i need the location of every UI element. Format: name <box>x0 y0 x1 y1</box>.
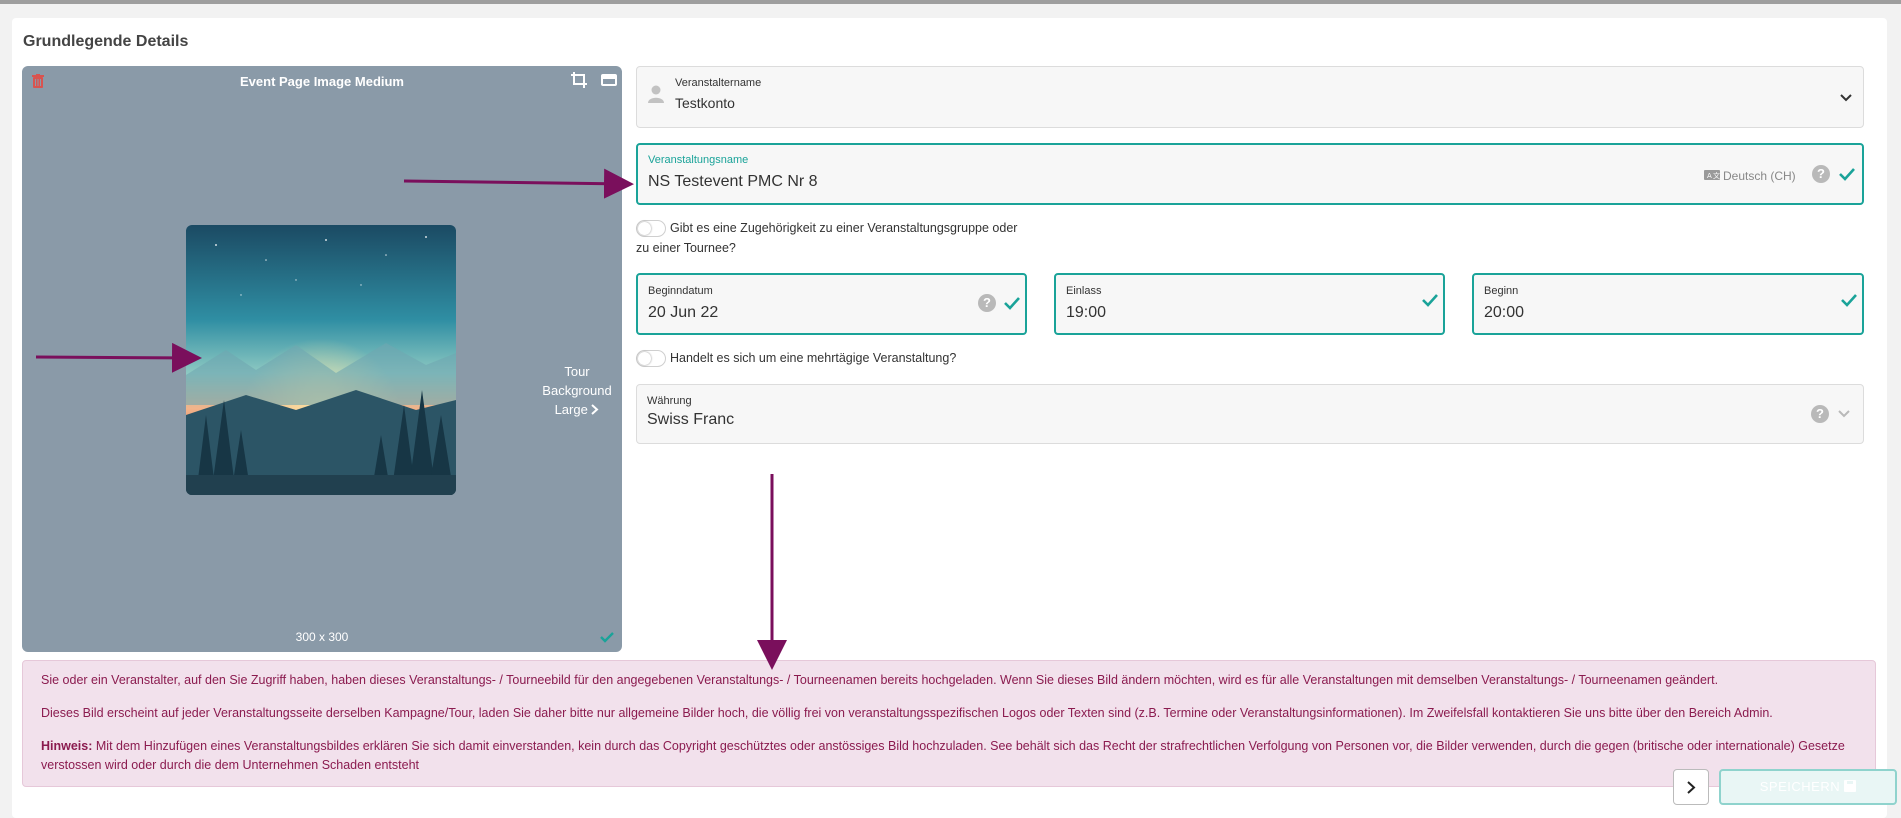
image-size-label: 300 x 300 <box>295 630 349 644</box>
next-label-line-3: Large <box>554 402 588 417</box>
currency-select[interactable]: Währung Swiss Franc ? <box>636 384 1864 444</box>
chevron-down-icon[interactable] <box>1837 407 1851 421</box>
image-card-icon[interactable] <box>600 71 618 89</box>
section-title: Grundlegende Details <box>23 33 189 50</box>
group-question-line-2: zu einer Tournee? <box>636 241 736 255</box>
start-date-field[interactable]: Beginndatum 20 Jun 22 ? <box>636 273 1027 335</box>
notice-paragraph-1: Sie oder ein Veranstalter, auf den Sie Z… <box>41 673 1719 687</box>
event-name-value: NS Testevent PMC Nr 8 <box>648 173 818 190</box>
currency-label: Währung <box>647 395 692 407</box>
start-date-label: Beginndatum <box>648 285 713 297</box>
next-button[interactable] <box>1673 769 1709 805</box>
currency-value: Swiss Franc <box>647 411 735 428</box>
check-icon <box>1422 294 1438 307</box>
admission-label: Einlass <box>1066 285 1102 297</box>
image-panel: Event Page Image Medium Tour Background … <box>22 66 622 652</box>
check-icon <box>1841 294 1857 307</box>
language-label[interactable]: Deutsch (CH) <box>1723 169 1796 183</box>
begin-field[interactable]: Beginn 20:00 <box>1472 273 1864 335</box>
group-question: Gibt es eine Zugehörigkeit zu einer Vera… <box>636 218 1056 258</box>
organizer-select[interactable]: Veranstaltername Testkonto <box>636 66 1864 128</box>
begin-label: Beginn <box>1484 285 1519 297</box>
check-icon <box>1839 168 1855 181</box>
save-button[interactable]: SPEICHERN <box>1719 769 1897 805</box>
language-icon: A文 <box>1704 170 1720 180</box>
begin-value: 20:00 <box>1484 304 1525 321</box>
multi-day-toggle[interactable] <box>636 350 666 367</box>
chevron-right-icon <box>591 404 599 415</box>
next-image-link[interactable]: Tour Background Large <box>532 362 622 419</box>
image-panel-title: Event Page Image Medium <box>240 74 404 89</box>
crop-icon[interactable] <box>570 71 588 89</box>
event-image-preview[interactable] <box>186 225 456 495</box>
top-bar <box>0 0 1901 4</box>
check-icon <box>600 632 614 643</box>
save-icon <box>1844 780 1857 792</box>
svg-text:文: 文 <box>1713 171 1720 180</box>
organizer-label: Veranstaltername <box>675 77 762 89</box>
next-label-line-2: Background <box>542 383 612 398</box>
admission-field[interactable]: Einlass 19:00 <box>1054 273 1445 335</box>
help-icon[interactable]: ? <box>1812 165 1830 183</box>
start-date-value: 20 Jun 22 <box>648 304 719 321</box>
svg-text:A: A <box>1707 172 1712 180</box>
event-name-label: Veranstaltungsname <box>648 154 749 166</box>
event-name-field[interactable]: Veranstaltungsname NS Testevent PMC Nr 8… <box>636 143 1864 205</box>
group-question-line-1: Gibt es eine Zugehörigkeit zu einer Vera… <box>670 221 1018 235</box>
chevron-right-icon <box>1687 781 1696 794</box>
notice-paragraph-3: Hinweis: Mit dem Hinzufügen eines Verans… <box>41 737 1851 775</box>
notice-hint-label: Hinweis: <box>41 739 93 753</box>
chevron-down-icon[interactable] <box>1839 91 1853 105</box>
help-icon[interactable]: ? <box>978 294 996 312</box>
notice-paragraph-2: Dieses Bild erscheint auf jeder Veransta… <box>41 706 1773 720</box>
image-notice: Sie oder ein Veranstalter, auf den Sie Z… <box>22 660 1876 787</box>
check-icon <box>1004 297 1020 310</box>
multi-day-question: Handelt es sich um eine mehrtägige Veran… <box>670 351 957 365</box>
save-button-label: SPEICHERN <box>1759 779 1841 794</box>
admission-value: 19:00 <box>1066 304 1107 321</box>
notice-paragraph-3-text: Mit dem Hinzufügen eines Veranstaltungsb… <box>41 739 1845 772</box>
user-icon <box>648 85 664 103</box>
organizer-value: Testkonto <box>675 95 735 111</box>
next-label-line-1: Tour <box>564 364 590 379</box>
help-icon[interactable]: ? <box>1811 405 1829 423</box>
